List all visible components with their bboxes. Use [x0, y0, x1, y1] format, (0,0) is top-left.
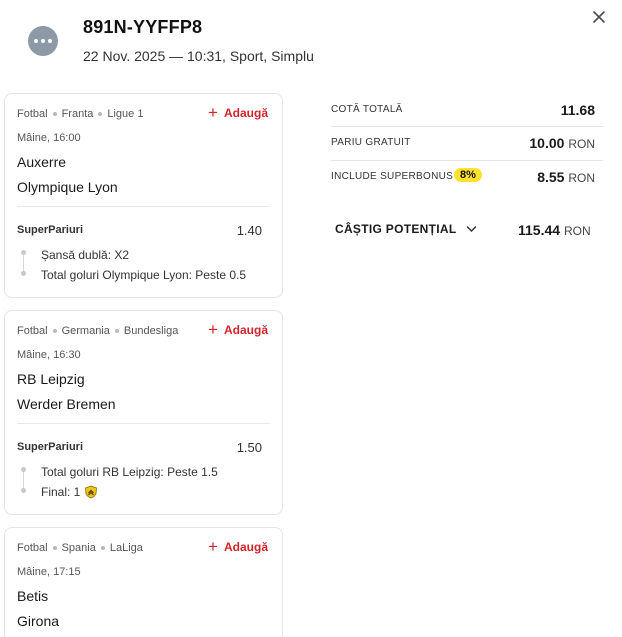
potential-win-value: 115.44	[518, 222, 561, 238]
plus-icon: +	[208, 537, 218, 556]
add-label: Adaugă	[223, 106, 268, 120]
free-bet-amount: 10.00 RON	[529, 135, 595, 151]
potential-win-amount: 115.44 RON	[518, 222, 591, 238]
add-event-button[interactable]: + Adaugă	[208, 320, 268, 339]
event-card: Fotbal Franta Ligue 1 + Adaugă Mâine, 16…	[4, 93, 283, 298]
event-time: Mâine, 16:30	[17, 349, 81, 361]
superbonus-value: 8.55	[537, 169, 565, 185]
total-odds-value: 11.68	[560, 102, 595, 118]
market-name: SuperPariuri	[17, 224, 84, 236]
chevron-down-icon	[467, 226, 477, 233]
shield-icon	[85, 485, 98, 499]
event-time: Mâine, 16:00	[17, 132, 81, 144]
market-odds: 1.40	[236, 223, 262, 238]
selection-item: Final: 1	[41, 485, 98, 499]
add-event-button[interactable]: + Adaugă	[208, 537, 268, 556]
separator-dot	[52, 329, 57, 333]
separator-dot	[114, 329, 119, 333]
plus-icon: +	[208, 320, 218, 339]
sport-label: Fotbal	[17, 542, 48, 554]
potential-win-label: CÂȘTIG POTENȚIAL	[335, 222, 457, 236]
superbonus-badge: 8%	[454, 168, 482, 182]
ticket-id: 891N-YYFFP8	[83, 17, 203, 37]
add-event-button[interactable]: + Adaugă	[208, 103, 268, 122]
event-breadcrumb: Fotbal Spania LaLiga	[17, 542, 143, 554]
divider	[17, 423, 270, 424]
away-team: Werder Bremen	[17, 396, 116, 412]
add-label: Adaugă	[223, 540, 268, 554]
country-label: Spania	[61, 542, 96, 554]
event-breadcrumb: Fotbal Franta Ligue 1	[17, 108, 143, 120]
away-team: Olympique Lyon	[17, 179, 118, 195]
more-horizontal-icon-dot	[41, 39, 45, 43]
event-time: Mâine, 17:15	[17, 566, 81, 578]
separator-dot	[100, 546, 105, 550]
country-label: Germania	[61, 325, 110, 337]
selection-item: Total goluri Olympique Lyon: Peste 0.5	[41, 268, 246, 282]
home-team: RB Leipzig	[17, 371, 85, 387]
potential-win-toggle[interactable]: CÂȘTIG POTENȚIAL	[335, 222, 477, 236]
ticket-subtitle: 22 Nov. 2025 — 10:31, Sport, Simplu	[83, 48, 314, 64]
league-label: LaLiga	[109, 542, 143, 554]
total-odds-row: COTĂ TOTALĂ 11.68	[331, 95, 603, 125]
selection-dot	[21, 488, 26, 493]
divider	[17, 206, 270, 207]
superbonus-label: INCLUDE SUPERBONUS	[331, 171, 454, 182]
separator-dot	[52, 112, 57, 116]
free-bet-row: PARIU GRATUIT 10.00 RON	[331, 128, 603, 158]
divider	[331, 160, 603, 161]
selection-label: Total goluri RB Leipzig: Peste 1.5	[41, 465, 218, 479]
selection-item: Șansă dublă: X2	[41, 248, 129, 262]
away-team: Girona	[17, 613, 60, 629]
league-label: Ligue 1	[107, 108, 144, 120]
selection-label: Total goluri Olympique Lyon: Peste 0.5	[41, 268, 247, 282]
more-options-button[interactable]	[28, 26, 58, 56]
event-card: Fotbal Germania Bundesliga + Adaugă Mâin…	[4, 310, 283, 515]
ticket-header: 891N-YYFFP8 22 Nov. 2025 — 10:31, Sport,…	[0, 0, 622, 90]
country-label: Franta	[61, 108, 94, 120]
home-team: Auxerre	[17, 154, 67, 170]
free-bet-value: 10.00	[529, 135, 565, 151]
home-team: Betis	[17, 588, 49, 604]
plus-icon: +	[208, 103, 218, 122]
divider	[331, 126, 603, 127]
selection-label: Șansă dublă: X2	[41, 248, 130, 262]
close-icon	[593, 11, 605, 23]
separator-dot	[52, 546, 57, 550]
market-name: SuperPariuri	[17, 441, 84, 453]
free-bet-label: PARIU GRATUIT	[331, 137, 411, 148]
event-card: Fotbal Spania LaLiga + Adaugă Mâine, 17:…	[4, 527, 283, 637]
selection-label: Final: 1	[41, 485, 81, 499]
superbonus-amount: 8.55 RON	[537, 169, 595, 185]
add-label: Adaugă	[223, 323, 268, 337]
selection-item: Total goluri RB Leipzig: Peste 1.5	[41, 465, 218, 479]
currency-label: RON	[563, 224, 591, 238]
sport-label: Fotbal	[17, 325, 48, 337]
currency-label: RON	[568, 171, 595, 185]
selection-dot	[21, 250, 26, 255]
selection-dot	[21, 271, 26, 276]
currency-label: RON	[568, 137, 595, 151]
close-button[interactable]	[590, 8, 608, 26]
market-odds: 1.50	[236, 440, 262, 455]
more-horizontal-icon-dot	[48, 39, 52, 43]
event-breadcrumb: Fotbal Germania Bundesliga	[17, 325, 178, 337]
selection-dot	[21, 467, 26, 472]
separator-dot	[98, 112, 103, 116]
sport-label: Fotbal	[17, 108, 48, 120]
total-odds-label: COTĂ TOTALĂ	[331, 104, 403, 115]
league-label: Bundesliga	[123, 325, 179, 337]
more-horizontal-icon	[34, 39, 38, 43]
superbonus-row: INCLUDE SUPERBONUS 8% 8.55 RON	[331, 162, 603, 192]
